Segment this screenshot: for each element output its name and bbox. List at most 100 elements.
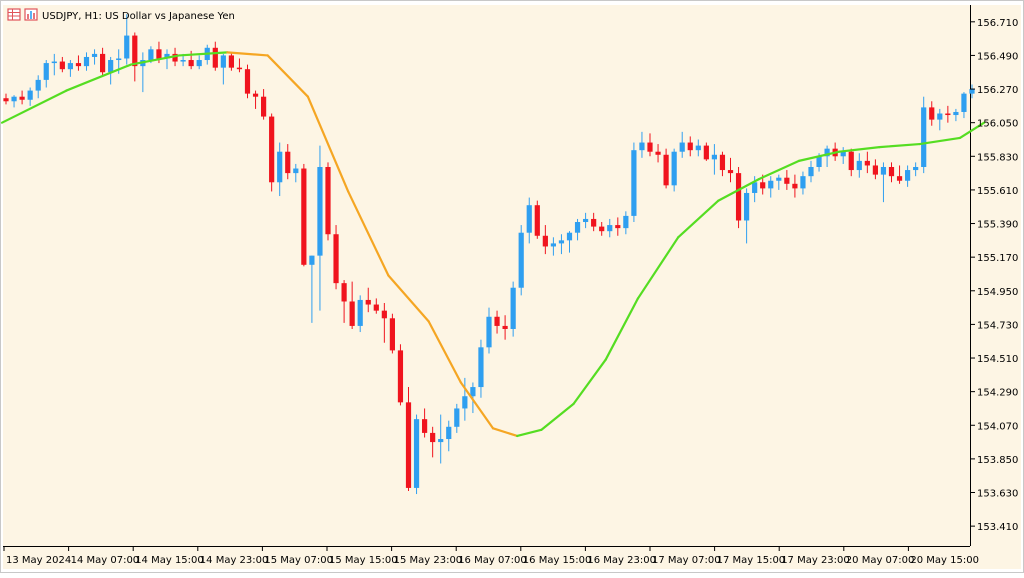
price-tick-label: 154.730 — [977, 320, 1018, 331]
candle-body — [317, 166, 323, 256]
candle[interactable] — [405, 387, 412, 491]
candle-body — [67, 63, 73, 70]
candle[interactable] — [534, 200, 540, 239]
time-tick-label: 13 May 2024 — [6, 555, 71, 566]
candle-body — [454, 408, 460, 427]
candle[interactable] — [735, 166, 742, 229]
plot-area[interactable] — [3, 5, 970, 546]
time-tick-label: 17 May 07:00 — [652, 555, 721, 566]
candle-body — [100, 53, 106, 73]
candle-body — [148, 49, 154, 61]
price-tick-label: 155.170 — [977, 253, 1018, 264]
candle-body — [631, 150, 637, 216]
candle-body — [574, 222, 581, 233]
candle-body — [349, 301, 355, 326]
time-tick-label: 14 May 15:00 — [135, 555, 204, 566]
candle[interactable] — [510, 281, 516, 337]
price-tick-label: 153.630 — [977, 489, 1018, 500]
candle-body — [929, 107, 935, 120]
candle-body — [430, 432, 436, 443]
candle[interactable] — [244, 64, 251, 99]
candle-body — [438, 439, 444, 443]
candle-body — [124, 35, 130, 59]
candle-body — [35, 79, 41, 91]
bar-chart-icon[interactable] — [24, 8, 38, 21]
candle-body — [252, 93, 259, 97]
candle-body — [937, 113, 943, 120]
time-tick-label: 16 May 15:00 — [523, 555, 592, 566]
candle-body — [478, 347, 484, 388]
time-tick-label: 15 May 15:00 — [329, 555, 398, 566]
candle-body — [647, 142, 653, 152]
time-tick-label: 17 May 23:00 — [781, 555, 850, 566]
candle-body — [220, 55, 226, 68]
candle-body — [872, 165, 878, 175]
candle-body — [244, 69, 251, 94]
candle-body — [792, 183, 798, 189]
price-tick-label: 156.050 — [977, 119, 1018, 130]
candle-body — [526, 205, 532, 233]
candle-body — [776, 177, 782, 181]
candle-body — [856, 160, 862, 171]
price-chart[interactable]: 156.710 156.490 156.270 156.050 155.830 155.6… — [0, 0, 1024, 573]
candle[interactable] — [518, 225, 524, 296]
candle-body — [655, 151, 661, 155]
candle-body — [583, 218, 589, 223]
candle-body — [132, 35, 138, 67]
price-tick-label: 156.710 — [977, 18, 1018, 29]
candle-body — [735, 173, 742, 221]
candle-body — [953, 111, 959, 116]
candle-body — [83, 56, 90, 67]
candle-body — [470, 387, 476, 397]
candle-body — [3, 98, 9, 102]
candle-body — [365, 299, 371, 305]
candle-body — [623, 215, 629, 229]
candle-body — [719, 154, 726, 171]
candle[interactable] — [301, 163, 307, 267]
candle-body — [156, 49, 162, 59]
candle-body — [905, 170, 911, 181]
price-tick-label: 156.490 — [977, 51, 1018, 62]
candle[interactable] — [389, 313, 395, 354]
candle-body — [534, 205, 540, 236]
price-tick-label: 154.950 — [977, 287, 1018, 298]
candle-body — [422, 419, 428, 433]
candle-body — [180, 60, 186, 62]
candle-body — [671, 151, 677, 186]
price-tick-label: 155.390 — [977, 220, 1018, 231]
candle-body — [711, 154, 717, 160]
candle-body — [913, 166, 919, 171]
candle-body — [389, 318, 395, 351]
candle-body — [413, 419, 420, 488]
candle-body — [615, 225, 621, 229]
candle-body — [261, 96, 267, 117]
candle-body — [599, 226, 605, 232]
candle-body — [75, 63, 82, 67]
symbol-header: USDJPY, H1: US Dollar vs Japanese Yen — [7, 8, 235, 22]
grid-icon[interactable] — [7, 8, 21, 21]
time-tick-label: 15 May 07:00 — [264, 555, 333, 566]
candle[interactable] — [269, 113, 275, 192]
candle-body — [285, 151, 291, 174]
price-tick-label: 154.290 — [977, 388, 1018, 399]
candle[interactable] — [413, 414, 420, 495]
price-tick-label: 156.270 — [977, 85, 1018, 96]
candle-body — [269, 116, 275, 183]
time-tick-label: 14 May 23:00 — [200, 555, 269, 566]
candle-body — [196, 60, 202, 67]
candle-body — [518, 232, 524, 288]
time-tick-label: 14 May 07:00 — [71, 555, 140, 566]
candle[interactable] — [671, 148, 677, 192]
candle-body — [896, 176, 903, 181]
candle-body — [405, 402, 412, 488]
symbol-label: USDJPY, H1: US Dollar vs Japanese Yen — [42, 11, 235, 22]
candle[interactable] — [921, 96, 927, 174]
candle[interactable] — [333, 225, 339, 290]
candle[interactable] — [325, 162, 331, 241]
candle[interactable] — [631, 142, 637, 223]
candle-body — [784, 177, 790, 184]
candle-body — [446, 426, 452, 440]
candle-body — [462, 396, 468, 409]
candle[interactable] — [397, 344, 404, 406]
candle-body — [607, 225, 613, 232]
